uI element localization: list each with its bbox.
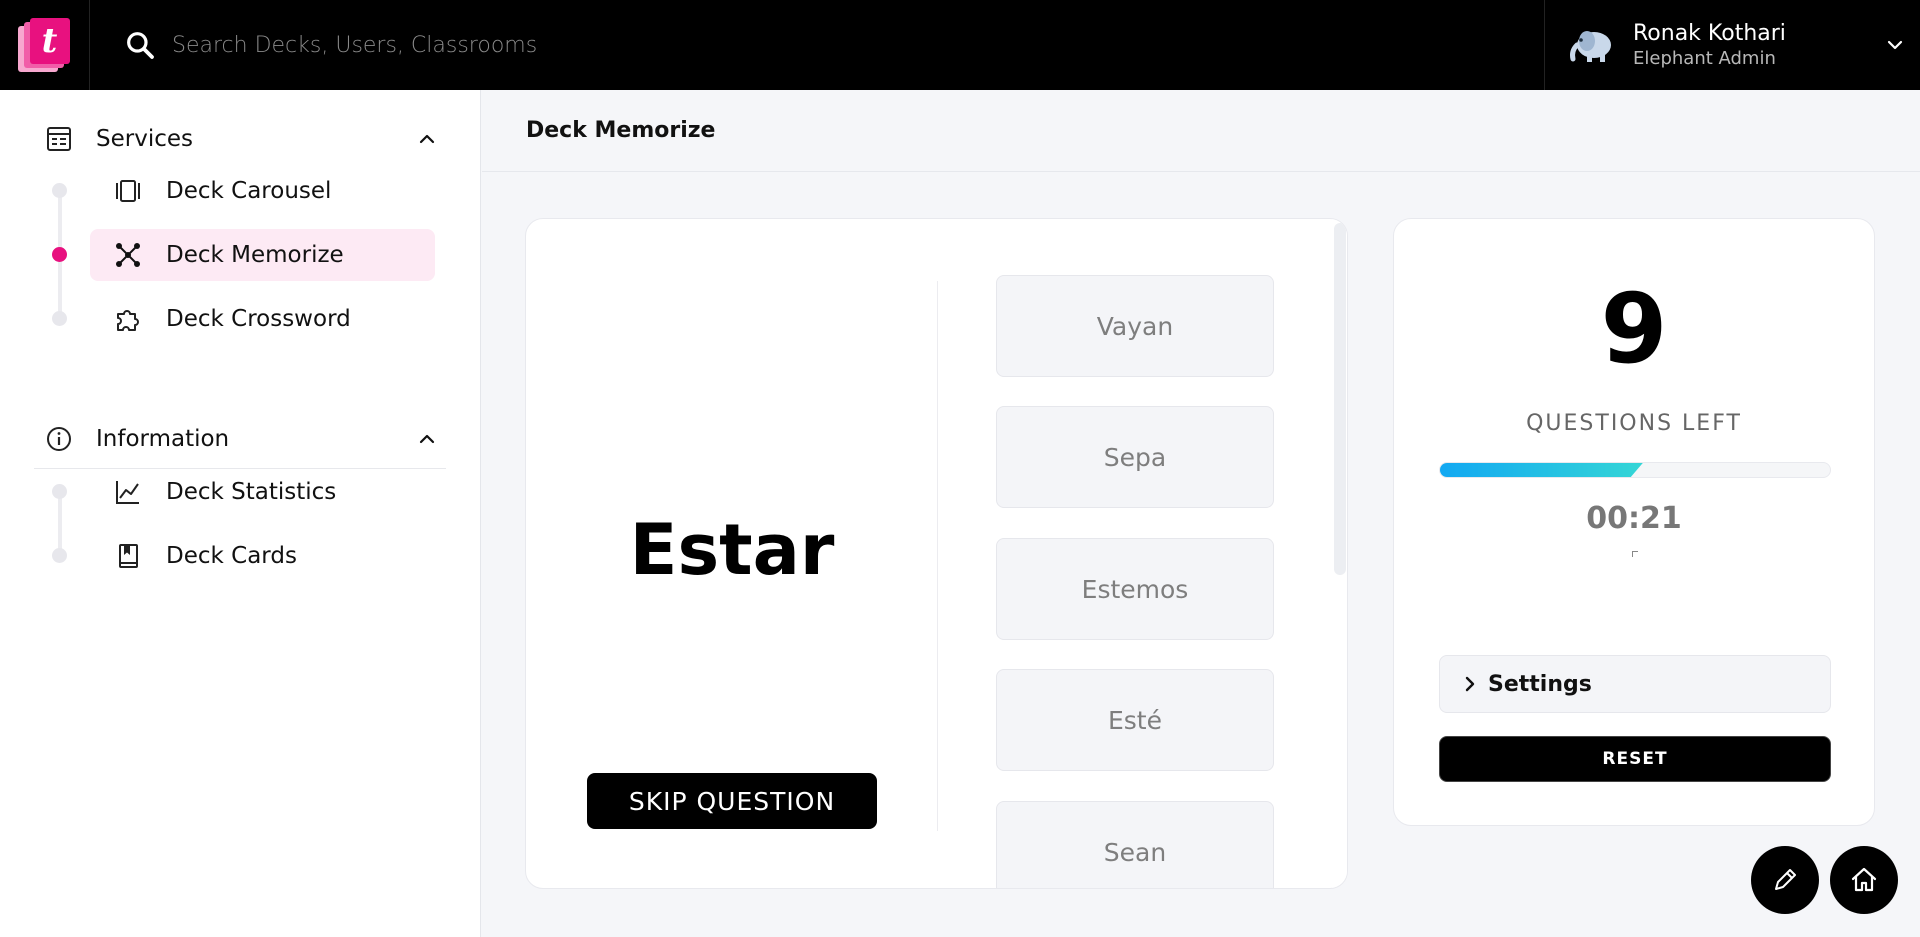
sidebar: Services Deck Carousel Deck Memorize Dec… xyxy=(0,90,481,937)
sidebar-item-deck-crossword[interactable]: Deck Crossword xyxy=(90,293,435,345)
nav-dot xyxy=(52,311,67,326)
settings-accordion[interactable]: Settings xyxy=(1439,655,1831,713)
chevron-up-icon[interactable] xyxy=(418,430,436,448)
top-bar: t Search Decks, Users, Classrooms Ronak … xyxy=(0,0,1920,90)
user-role: Elephant Admin xyxy=(1633,48,1776,69)
sidebar-item-label: Deck Memorize xyxy=(166,242,344,268)
logo-letter: t xyxy=(29,18,70,64)
answer-option[interactable]: Esté xyxy=(996,669,1274,771)
nav-dot-active xyxy=(52,247,67,262)
chart-line-icon xyxy=(116,481,139,504)
sidebar-item-deck-carousel[interactable]: Deck Carousel xyxy=(90,165,435,217)
services-icon xyxy=(47,127,71,151)
nav-rail xyxy=(58,490,62,556)
card-divider xyxy=(937,281,938,831)
sidebar-item-label: Deck Cards xyxy=(166,543,297,569)
search-bar[interactable]: Search Decks, Users, Classrooms xyxy=(112,17,1512,73)
elephant-avatar-icon xyxy=(1570,31,1611,62)
sidebar-section-services[interactable]: Services xyxy=(46,119,436,159)
page-title: Deck Memorize xyxy=(526,118,716,143)
puzzle-icon xyxy=(117,310,139,331)
home-button[interactable] xyxy=(1830,846,1898,914)
question-card: Estar SKIP QUESTION Vayan Sepa Estemos E… xyxy=(525,218,1348,889)
main-header: Deck Memorize xyxy=(482,90,1920,172)
chevron-right-icon xyxy=(1465,676,1475,692)
carousel-icon xyxy=(116,180,140,202)
reset-button[interactable]: RESET xyxy=(1439,736,1831,782)
user-name: Ronak Kothari xyxy=(1633,21,1786,46)
answer-option[interactable]: Sepa xyxy=(996,406,1274,508)
scrollbar-thumb[interactable] xyxy=(1334,223,1346,575)
logo-mark: t xyxy=(17,18,72,72)
user-menu[interactable]: Ronak Kothari Elephant Admin xyxy=(1544,0,1920,90)
sidebar-item-label: Deck Carousel xyxy=(166,178,332,204)
pencil-icon xyxy=(1775,869,1796,890)
book-icon xyxy=(119,544,138,568)
answer-option[interactable]: Vayan xyxy=(996,275,1274,377)
sidebar-item-label: Deck Statistics xyxy=(166,479,337,505)
sidebar-section-label: Information xyxy=(96,426,230,452)
logo[interactable]: t xyxy=(0,0,90,90)
sidebar-item-deck-memorize[interactable]: Deck Memorize xyxy=(90,229,435,281)
search-icon xyxy=(127,32,154,59)
nav-dot xyxy=(52,484,67,499)
sidebar-item-deck-statistics[interactable]: Deck Statistics xyxy=(90,466,435,518)
nav-dot xyxy=(52,183,67,198)
question-word: Estar xyxy=(629,509,835,591)
sidebar-item-deck-cards[interactable]: Deck Cards xyxy=(90,530,435,582)
progress-panel: 9 QUESTIONS LEFT 00:21 Settings RESET xyxy=(1393,218,1875,826)
sidebar-section-information[interactable]: Information xyxy=(46,419,436,459)
network-icon xyxy=(116,243,140,267)
timer: 00:21 xyxy=(1586,501,1682,536)
settings-label: Settings xyxy=(1488,671,1592,697)
sidebar-item-label: Deck Crossword xyxy=(166,306,351,332)
edit-button[interactable] xyxy=(1751,846,1819,914)
info-icon xyxy=(47,427,71,451)
progress-bar xyxy=(1439,462,1831,478)
skip-question-button[interactable]: SKIP QUESTION xyxy=(587,773,877,829)
answer-option[interactable]: Sean xyxy=(996,801,1274,888)
progress-fill xyxy=(1440,463,1643,477)
home-icon xyxy=(1851,867,1877,892)
search-input[interactable]: Search Decks, Users, Classrooms xyxy=(172,33,537,58)
answer-option[interactable]: Estemos xyxy=(996,538,1274,640)
chevron-up-icon[interactable] xyxy=(418,130,436,148)
sidebar-section-label: Services xyxy=(96,126,193,152)
questions-left-count: 9 xyxy=(1600,273,1668,385)
timer-marker xyxy=(1632,551,1638,557)
questions-left-label: QUESTIONS LEFT xyxy=(1526,411,1742,436)
nav-dot xyxy=(52,548,67,563)
chevron-down-icon[interactable] xyxy=(1886,36,1904,54)
